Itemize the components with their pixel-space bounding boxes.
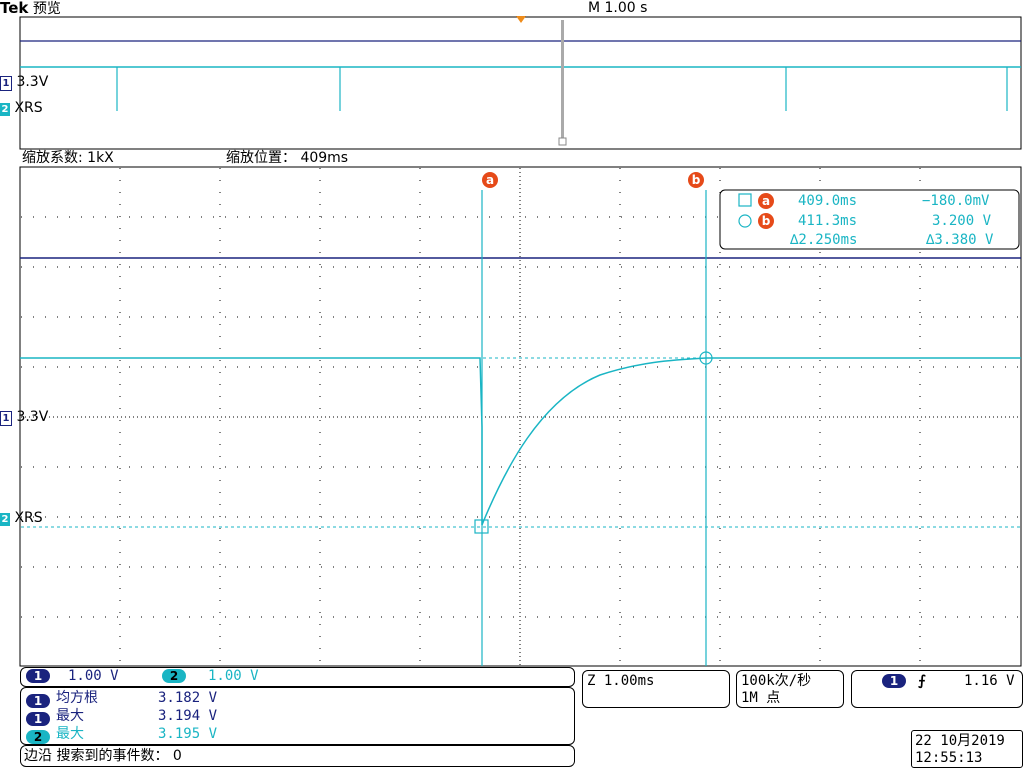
measurement-0-value: 3.182 V: [158, 690, 218, 706]
main-ch2-label: XRS: [14, 510, 43, 526]
zoom-position: 缩放位置： 409ms: [226, 150, 349, 166]
measurement-2-value: 3.195 V: [158, 726, 218, 742]
overview-ch2-badge: 2: [0, 103, 10, 116]
header-brand-group: Tek 预览: [0, 0, 61, 17]
measurement-row-0[interactable]: 1: [26, 690, 50, 709]
readout-a-tag: a: [758, 193, 774, 209]
measurement-row-1[interactable]: 1: [26, 708, 50, 727]
measurement-2-name: 最大: [56, 726, 84, 742]
scale-ch2-badge[interactable]: 2: [162, 669, 186, 683]
trigger-edge-icon: ⨍: [918, 673, 926, 689]
readout-delta-value: ∆3.380 V: [926, 232, 994, 248]
scope-graphics: [19, 16, 1022, 667]
trigger-level: 1.16 V: [964, 673, 1015, 689]
brand-logo: Tek: [0, 0, 29, 17]
measurement-2-badge: 2: [26, 730, 50, 744]
overview-ch2-marker[interactable]: 2 XRS: [0, 100, 43, 116]
main-ch1-badge: 1: [0, 411, 12, 426]
date-display: 22 10月2019: [915, 733, 1005, 749]
main-ch2-badge: 2: [0, 513, 10, 526]
measurement-row-2[interactable]: 2: [26, 726, 50, 745]
measurement-0-badge: 1: [26, 694, 50, 708]
scale-ch1-badge[interactable]: 1: [26, 669, 50, 683]
overview-ch1-badge: 1: [0, 76, 12, 91]
measurement-1-value: 3.194 V: [158, 708, 218, 724]
zoom-factor: 缩放系数: 1kX: [22, 150, 114, 166]
main-ch1-marker[interactable]: 1 3.3V: [0, 409, 48, 426]
mode-label: 预览: [32, 1, 61, 17]
overview-zoom-marker[interactable]: [561, 20, 564, 140]
measurement-1-badge: 1: [26, 712, 50, 726]
cursor-a-tag[interactable]: a: [482, 172, 498, 188]
measurement-1-name: 最大: [56, 708, 84, 724]
main-ch1-label: 3.3V: [16, 409, 49, 425]
main-ch2-marker[interactable]: 2 XRS: [0, 510, 43, 526]
readout-b-time: 411.3ms: [798, 213, 858, 229]
measurement-0-name: 均方根: [56, 690, 98, 706]
timebase-readout: M 1.00 s: [588, 0, 648, 16]
trigger-source-badge: 1: [882, 674, 906, 688]
scale-ch2-value[interactable]: 1.00 V: [208, 668, 259, 684]
overview-ch1-label: 3.3V: [16, 74, 49, 90]
readout-delta-time: ∆2.250ms: [790, 232, 858, 248]
readout-a-value: −180.0mV: [922, 193, 990, 209]
time-display: 12:55:13: [915, 750, 983, 766]
overview-ch2-label: XRS: [14, 100, 43, 116]
search-result-label: 边沿 搜索到的事件数： 0: [24, 748, 182, 764]
overview-window: [19, 16, 1022, 150]
overview-ch1-marker[interactable]: 1 3.3V: [0, 74, 48, 91]
record-length: 1M 点: [741, 690, 781, 706]
zoom-timebase-value: Z 1.00ms: [587, 673, 655, 689]
readout-a-time: 409.0ms: [798, 193, 858, 209]
readout-b-tag: b: [758, 213, 774, 229]
measurements-panel: [20, 687, 575, 745]
readout-b-value: 3.200 V: [932, 213, 992, 229]
sample-rate: 100k次/秒: [741, 673, 812, 689]
overview-zoom-marker-handle[interactable]: [558, 137, 567, 146]
cursor-b-tag[interactable]: b: [688, 172, 704, 188]
scale-ch1-value[interactable]: 1.00 V: [68, 668, 119, 684]
